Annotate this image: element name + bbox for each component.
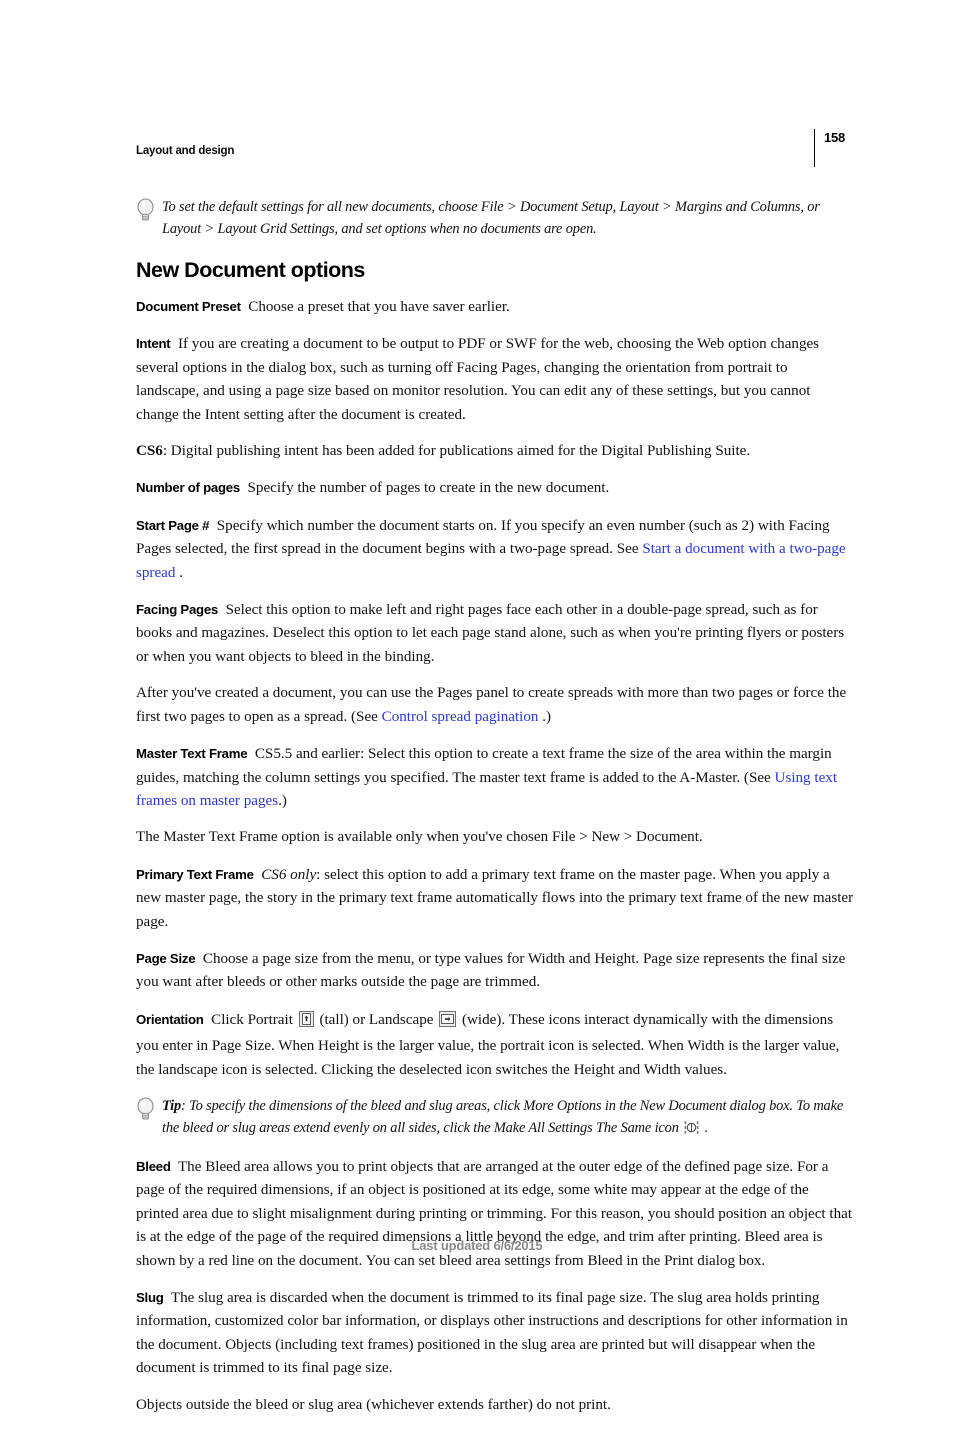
paragraph-master-text-frame-note: The Master Text Frame option is availabl… [136,829,703,846]
text-document-preset: Choose a preset that you have saver earl… [248,299,510,315]
page-footer: Last updated 6/6/2015 [411,1238,543,1253]
paragraph-number-of-pages: Number of pages Specify the number of pa… [136,476,854,500]
paragraph-cs6: CS6: Digital publishing intent has been … [136,440,854,463]
label-slug: Slug [136,1290,164,1305]
page-number: 158 [824,130,846,145]
text-primary-text-frame-italic-lead: CS6 only [261,866,317,883]
paragraph-objects-outside: Objects outside the bleed or slug area (… [136,1396,611,1413]
text-after-created-after-link: .) [542,708,552,725]
paragraph-master-text-frame: Master Text Frame CS5.5 and earlier: Sel… [136,742,854,813]
document-page: Layout and design 158 To set the default… [0,0,954,1413]
label-document-preset: Document Preset [136,299,241,314]
label-master-text-frame: Master Text Frame [136,746,248,762]
paragraph-facing-pages: Facing Pages Select this option to make … [136,598,854,669]
landscape-orientation-icon[interactable] [439,1010,457,1035]
link-control-spread-pagination[interactable]: Control spread pagination [382,709,539,725]
text-number-of-pages: Specify the number of pages to create in… [247,480,610,497]
page-header: Layout and design 158 [136,129,854,178]
paragraph-intent: Intent If you are creating a document to… [136,332,854,427]
paragraph-page-size: Page Size Choose a page size from the me… [136,947,854,995]
paragraph-orientation: Orientation Click Portrait (tall) or Lan… [136,1008,854,1082]
label-start-page: Start Page # [136,517,210,533]
tip-default-settings: To set the default settings for all new … [136,196,854,240]
label-orientation: Orientation [136,1011,204,1027]
paragraph-after-created: After you've created a document, you can… [136,682,854,729]
text-start-page-after-link: . [179,564,183,581]
portrait-orientation-icon[interactable] [298,1010,314,1035]
label-bleed: Bleed [136,1158,171,1174]
label-facing-pages: Facing Pages [136,602,219,618]
paragraph-primary-text-frame: Primary Text Frame CS6 only: select this… [136,863,854,934]
tip-label: Tip [162,1097,181,1114]
paragraph-bleed: Bleed The Bleed area allows you to print… [136,1155,854,1273]
header-divider-rule [814,129,815,167]
page-title: New Document options [136,258,365,282]
tip-bleed-slug-text: Tip: To specify the dimensions of the bl… [162,1095,854,1142]
text-page-size: Choose a page size from the menu, or typ… [136,950,846,991]
text-slug: The slug area is discarded when the docu… [136,1290,848,1377]
label-number-of-pages: Number of pages [136,480,240,496]
header-title: Layout and design [136,145,235,157]
paragraph-document-preset: Document Preset Choose a preset that you… [136,295,854,319]
text-orientation-2: (tall) or Landscape [319,1011,434,1028]
text-master-text-frame-after-link: .) [278,792,287,809]
lightbulb-icon [136,198,155,222]
lightbulb-icon [136,1097,155,1121]
make-all-settings-the-same-icon[interactable] [684,1120,699,1142]
tip-default-settings-text: To set the default settings for all new … [162,199,820,237]
text-cs6: : Digital publishing intent has been add… [162,443,751,460]
paragraph-slug: Slug The slug area is discarded when the… [136,1286,854,1381]
text-orientation-1: Click Portrait [211,1011,293,1028]
text-intent: If you are creating a document to be out… [136,336,820,423]
label-intent: Intent [136,336,171,352]
label-primary-text-frame: Primary Text Frame [136,866,254,882]
tip-bleed-slug-text-2: . [704,1119,709,1136]
text-facing-pages: Select this option to make left and righ… [136,602,845,665]
label-page-size: Page Size [136,950,196,966]
label-cs6: CS6 [136,443,163,460]
tip-bleed-slug-text-1: : To specify the dimensions of the bleed… [162,1097,844,1136]
paragraph-start-page: Start Page # Specify which number the do… [136,514,854,585]
tip-bleed-slug: Tip: To specify the dimensions of the bl… [136,1095,854,1142]
